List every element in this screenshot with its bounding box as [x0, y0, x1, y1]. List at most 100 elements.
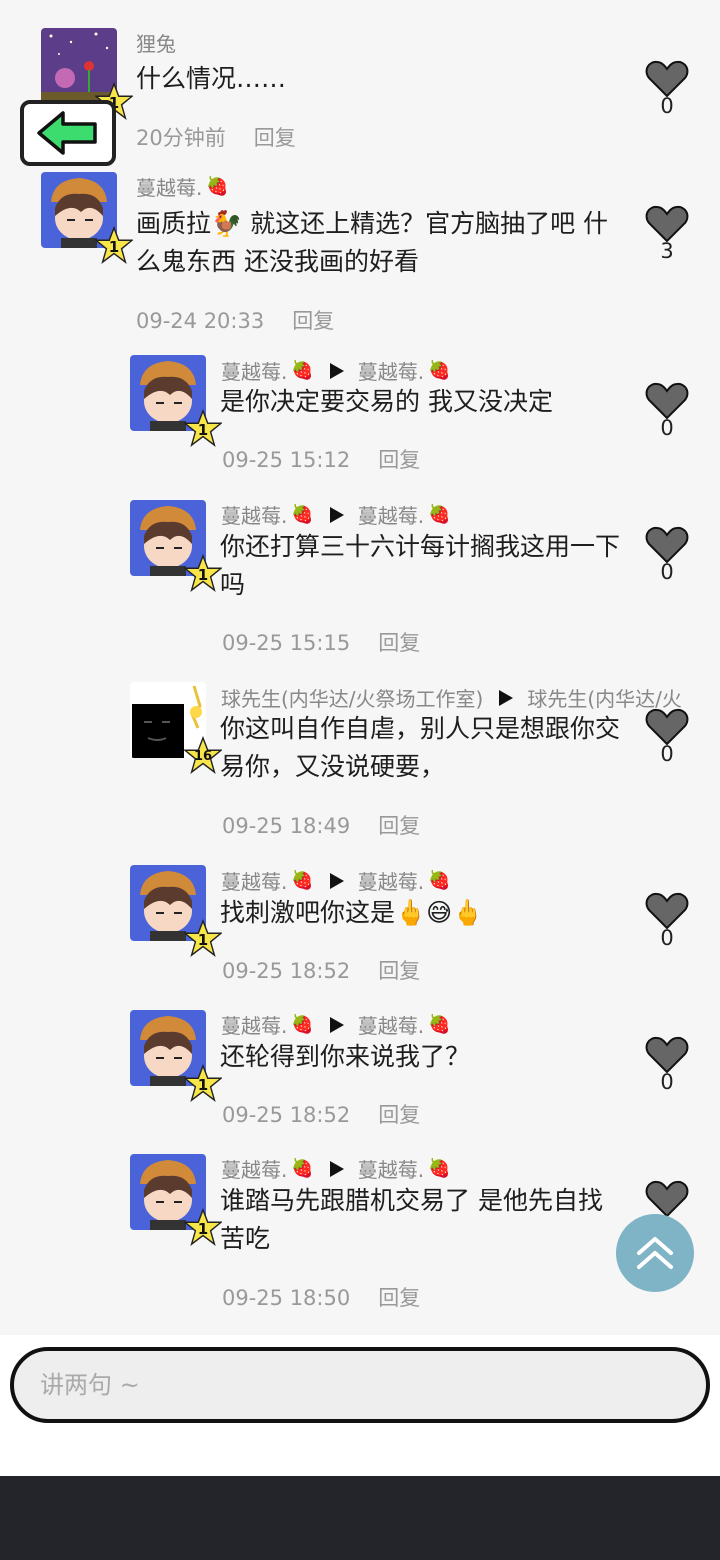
- reply-arrow-icon: [329, 506, 344, 523]
- timestamp: 09-25 18:49: [222, 814, 351, 838]
- timestamp: 09-25 18:50: [222, 1286, 351, 1310]
- timestamp: 09-25 18:52: [222, 1103, 351, 1127]
- reply-target: 蔓越莓.: [357, 360, 425, 384]
- author-name[interactable]: 蔓越莓. 🍓 蔓越莓. 🍓: [221, 1154, 451, 1183]
- strawberry-icon: 🍓: [428, 1158, 451, 1179]
- like-count: 0: [660, 926, 674, 950]
- reply-button[interactable]: 回复: [378, 959, 420, 983]
- strawberry-icon: 🍓: [291, 1158, 314, 1179]
- comment-meta: 20分钟前 回复: [136, 122, 296, 152]
- back-button[interactable]: [20, 100, 116, 166]
- reply-arrow-icon: [499, 689, 514, 706]
- author-name[interactable]: 蔓越莓. 🍓 蔓越莓. 🍓: [221, 500, 451, 529]
- reply-arrow-icon: [329, 362, 344, 379]
- like-button[interactable]: [642, 1180, 692, 1218]
- comment-meta: 09-24 20:33 回复: [136, 305, 334, 335]
- comment-text: 你还打算三十六计每计搁我这用一下吗: [220, 532, 621, 599]
- like-count: 0: [660, 742, 674, 766]
- reply-button[interactable]: 回复: [378, 448, 420, 472]
- comment-text: 是你决定要交易的 我又没决定: [220, 387, 553, 416]
- like-button[interactable]: 0: [642, 708, 692, 766]
- comment-text: 找刺激吧你这是🖕😅🖕: [220, 898, 484, 927]
- heart-icon: [645, 60, 689, 98]
- avatar[interactable]: 1: [130, 1010, 222, 1102]
- avatar[interactable]: 1: [130, 500, 222, 592]
- heart-icon: [645, 708, 689, 746]
- avatar[interactable]: 1: [130, 1154, 222, 1246]
- level-badge: 1: [184, 919, 222, 957]
- author-name[interactable]: 蔓越莓. 🍓 蔓越莓. 🍓: [221, 1010, 451, 1039]
- reply-button[interactable]: 回复: [378, 1103, 420, 1127]
- timestamp: 09-25 15:15: [222, 631, 351, 655]
- reply-target: 蔓越莓.: [357, 504, 425, 528]
- strawberry-icon: 🍓: [291, 1014, 314, 1035]
- author-name[interactable]: 狸兔: [136, 28, 176, 57]
- like-count: 0: [660, 1070, 674, 1094]
- reply-button[interactable]: 回复: [378, 631, 420, 655]
- reply-target: 蔓越莓.: [357, 1014, 425, 1038]
- comment-meta: 09-25 15:12 回复: [222, 444, 420, 474]
- level-badge: 1: [95, 226, 133, 264]
- heart-icon: [645, 892, 689, 930]
- avatar[interactable]: 16: [130, 682, 222, 774]
- author-name[interactable]: 蔓越莓. 🍓 蔓越莓. 🍓: [221, 866, 451, 895]
- like-button[interactable]: 0: [642, 60, 692, 118]
- like-count: 0: [660, 416, 674, 440]
- heart-icon: [645, 382, 689, 420]
- avatar[interactable]: 1: [41, 172, 133, 264]
- system-navigation-bar: [0, 1476, 720, 1560]
- comment-text: 还轮得到你来说我了？: [220, 1042, 471, 1071]
- reply-arrow-icon: [329, 1160, 344, 1177]
- comment-meta: 09-25 18:49 回复: [222, 810, 420, 840]
- comment-text: 画质拉🐓 就这还上精选？官方脑抽了吧 什么鬼东西 还没我画的好看: [136, 209, 609, 276]
- level-badge: 1: [184, 409, 222, 447]
- comment-meta: 09-25 18:52 回复: [222, 1099, 420, 1129]
- reply-arrow-icon: [329, 1016, 344, 1033]
- avatar[interactable]: 1: [130, 865, 222, 957]
- strawberry-icon: 🍓: [291, 504, 314, 525]
- like-button[interactable]: 0: [642, 526, 692, 584]
- strawberry-icon: 🍓: [428, 504, 451, 525]
- reply-button[interactable]: 回复: [292, 309, 334, 333]
- level-badge: 1: [184, 1208, 222, 1246]
- scroll-top-button[interactable]: [616, 1214, 694, 1292]
- timestamp: 09-24 20:33: [136, 309, 265, 333]
- timestamp: 20分钟前: [136, 126, 226, 150]
- like-count: 0: [660, 94, 674, 118]
- strawberry-icon: 🍓: [428, 360, 451, 381]
- reply-arrow-icon: [329, 872, 344, 889]
- reply-button[interactable]: 回复: [378, 814, 420, 838]
- like-button[interactable]: 0: [642, 1036, 692, 1094]
- like-button[interactable]: 0: [642, 892, 692, 950]
- heart-icon: [645, 1180, 689, 1218]
- double-chevron-up-icon: [637, 1237, 673, 1269]
- avatar[interactable]: 1: [41, 28, 133, 120]
- like-count: 0: [660, 560, 674, 584]
- comment-text: 谁踏马先跟腊机交易了 是他先自找苦吃: [220, 1186, 603, 1253]
- timestamp: 09-25 15:12: [222, 448, 351, 472]
- left-arrow-icon: [37, 111, 97, 155]
- reply-button[interactable]: 回复: [378, 1286, 420, 1310]
- strawberry-icon: 🍓: [428, 1014, 451, 1035]
- like-button[interactable]: 0: [642, 382, 692, 440]
- reply-target: 蔓越莓.: [357, 870, 425, 894]
- avatar[interactable]: 1: [130, 355, 222, 447]
- comment-text: 什么情况……: [136, 64, 287, 93]
- comment-feed[interactable]: 1 狸兔 什么情况…… 20分钟前 回复 0 1 蔓越莓. 🍓 画质拉🐓 就这还…: [0, 0, 720, 1335]
- heart-icon: [645, 526, 689, 564]
- comment-text: 你这叫自作自虐，别人只是想跟你交易你，又没说硬要，: [220, 714, 621, 781]
- comment-meta: 09-25 15:15 回复: [222, 627, 420, 657]
- level-badge: 16: [184, 736, 222, 774]
- author-name[interactable]: 蔓越莓. 🍓: [136, 172, 229, 201]
- level-badge: 1: [184, 1064, 222, 1102]
- strawberry-icon: 🍓: [291, 360, 314, 381]
- comment-input-area: [0, 1335, 720, 1476]
- like-count: 3: [660, 239, 674, 263]
- reply-button[interactable]: 回复: [254, 126, 296, 150]
- strawberry-icon: 🍓: [428, 870, 451, 891]
- author-name[interactable]: 蔓越莓. 🍓 蔓越莓. 🍓: [221, 356, 451, 385]
- like-button[interactable]: 3: [642, 205, 692, 263]
- heart-icon: [645, 205, 689, 243]
- comment-input[interactable]: [10, 1347, 710, 1423]
- comment-meta: 09-25 18:50 回复: [222, 1282, 420, 1312]
